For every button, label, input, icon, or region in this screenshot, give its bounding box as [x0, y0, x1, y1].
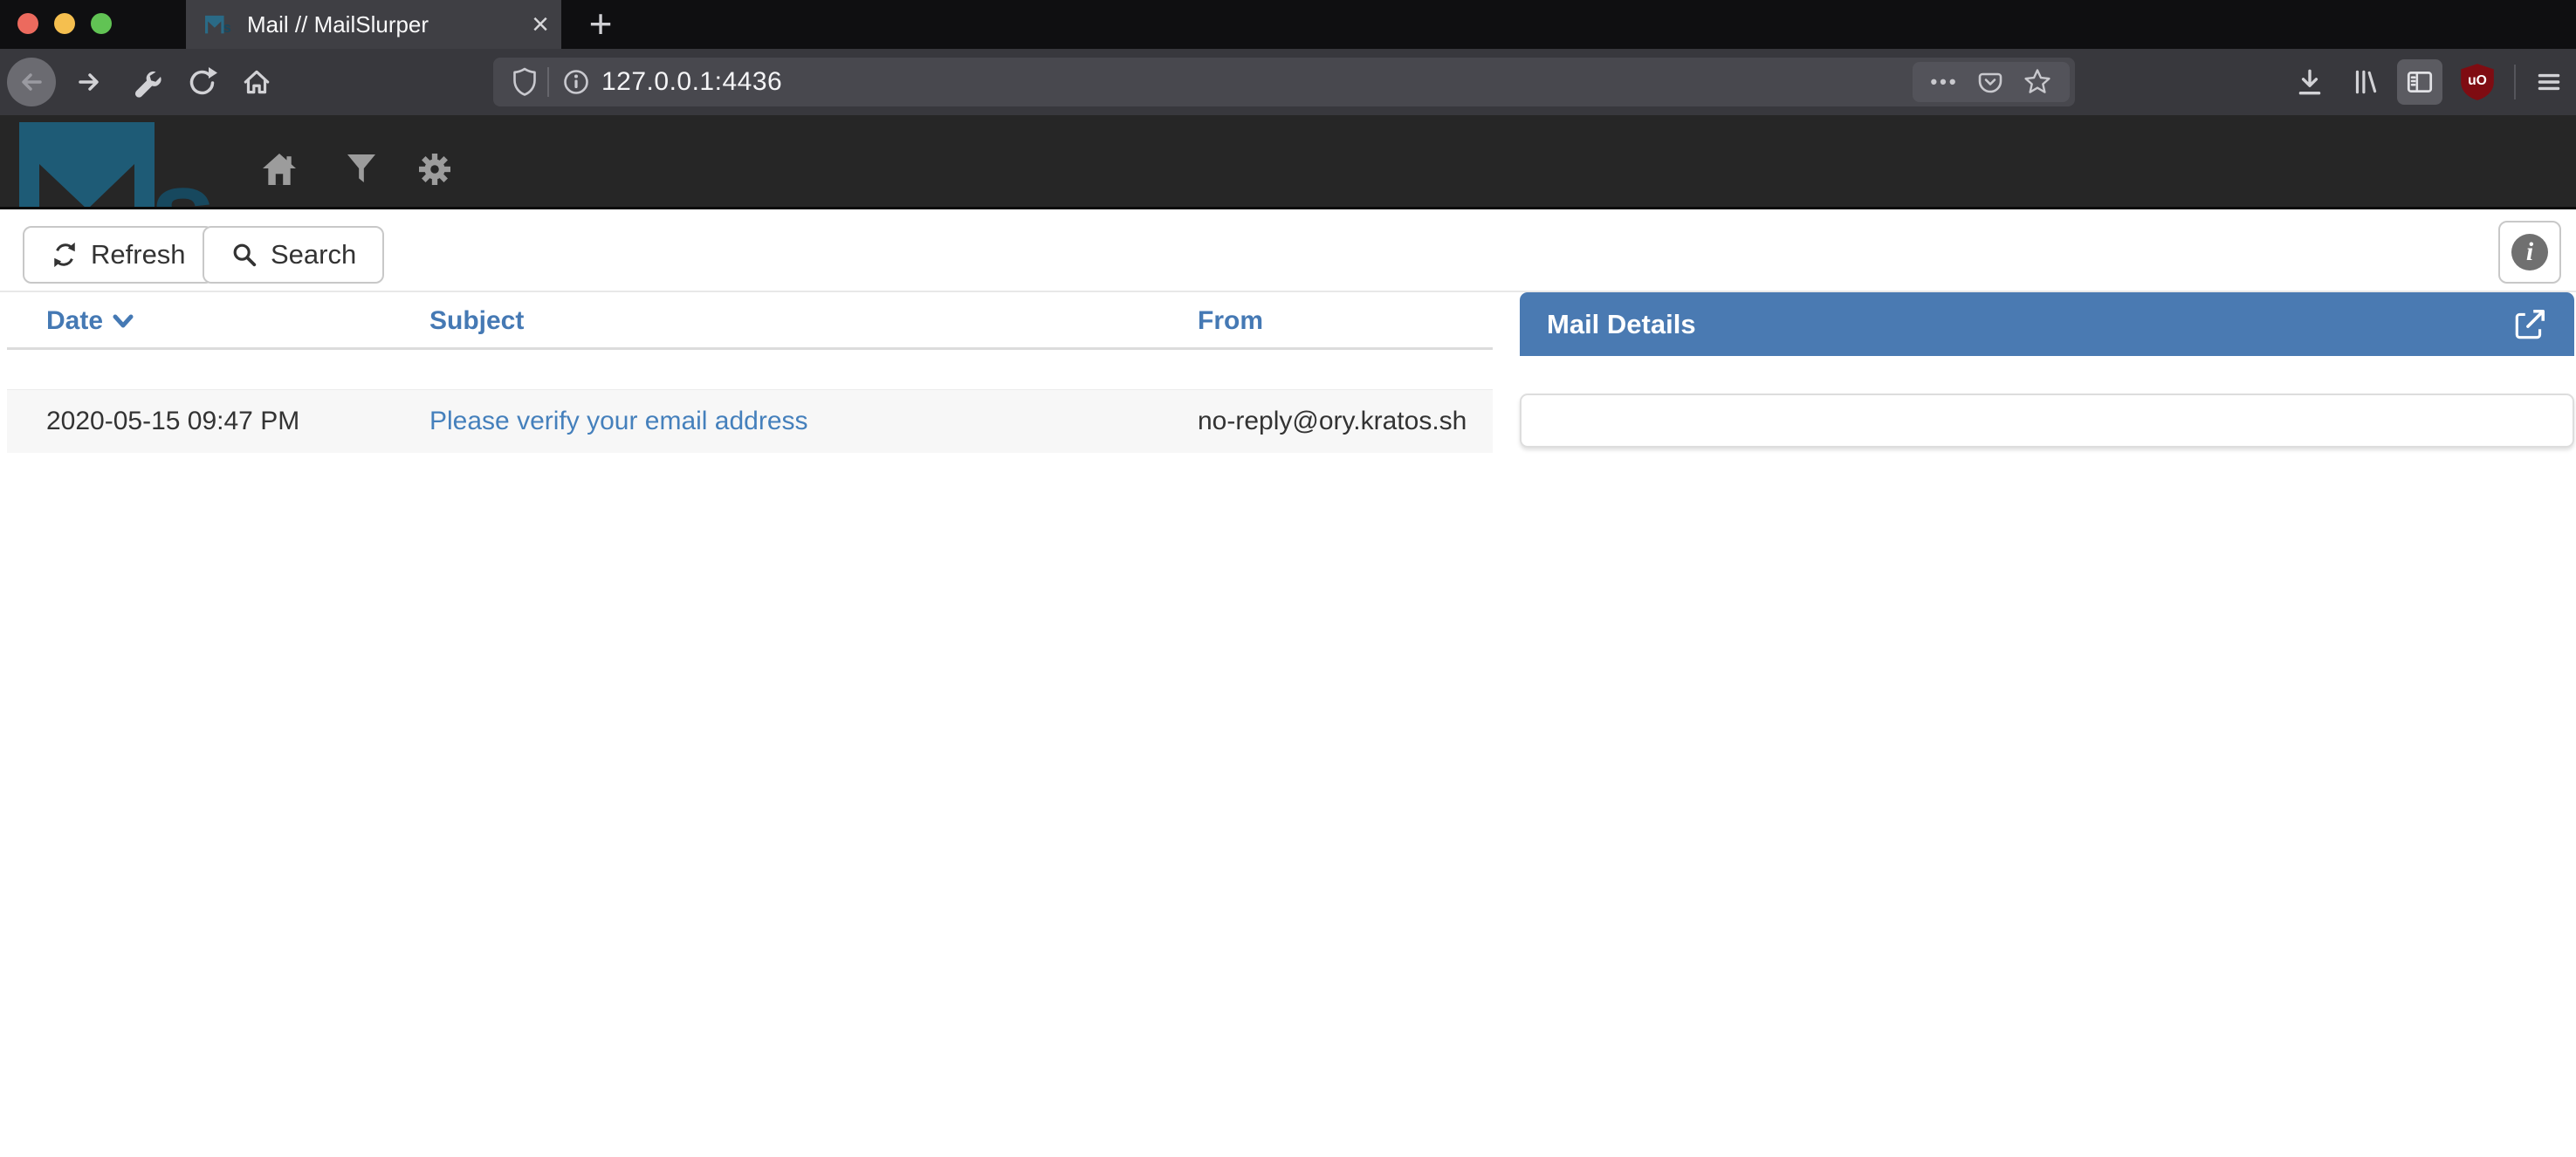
- close-window-button[interactable]: [17, 13, 38, 34]
- site-info-icon[interactable]: [561, 67, 591, 97]
- refresh-button[interactable]: Refresh: [23, 226, 214, 284]
- toolbar-divider: [2514, 65, 2516, 99]
- search-button[interactable]: Search: [203, 226, 384, 284]
- browser-toolbar: 127.0.0.1:4436 ••• uO: [0, 49, 2576, 115]
- refresh-label: Refresh: [91, 239, 186, 270]
- open-in-new-window-icon[interactable]: [2511, 306, 2548, 343]
- browser-tab[interactable]: s Mail // MailSlurper ×: [186, 0, 561, 49]
- tab-title: Mail // MailSlurper: [247, 11, 532, 38]
- empty-spacer-row: [7, 350, 1493, 389]
- tracking-protection-shield-icon[interactable]: [511, 66, 539, 98]
- downloads-button[interactable]: [2285, 58, 2334, 106]
- gear-icon: [419, 154, 450, 185]
- mailslurper-logo[interactable]: s: [19, 120, 220, 209]
- date-header-label: Date: [46, 292, 103, 350]
- nav-home-icon: [262, 153, 297, 186]
- filter-funnel-icon: [347, 154, 375, 185]
- ublock-shield-icon: uO: [2459, 62, 2496, 102]
- home-button[interactable]: [232, 58, 281, 106]
- back-button[interactable]: [7, 58, 56, 106]
- mail-list-header-row: Date Subject From: [7, 292, 1493, 350]
- mail-details-header: Mail Details: [1520, 292, 2574, 356]
- library-icon: [2350, 66, 2381, 98]
- hamburger-menu-icon: [2533, 66, 2565, 98]
- url-bar[interactable]: 127.0.0.1:4436 •••: [493, 58, 2075, 106]
- reload-icon: [184, 65, 217, 99]
- svg-text:s: s: [223, 19, 231, 36]
- sort-descending-chevron-icon: [112, 312, 134, 330]
- wrench-icon: [128, 65, 161, 99]
- main-content: Date Subject From 2020-05-15 09:47 PM Pl…: [0, 292, 2576, 1156]
- app-toolbar: Refresh Search i: [0, 209, 2576, 292]
- info-button[interactable]: i: [2498, 221, 2561, 284]
- svg-text:uO: uO: [2468, 73, 2487, 88]
- column-header-subject[interactable]: Subject: [429, 292, 524, 350]
- window-titlebar: s Mail // MailSlurper × +: [0, 0, 2576, 49]
- tools-button[interactable]: [120, 58, 169, 106]
- new-tab-button[interactable]: +: [580, 3, 622, 45]
- bookmark-star-icon[interactable]: [2023, 67, 2052, 97]
- url-text[interactable]: 127.0.0.1:4436: [601, 67, 782, 97]
- nav-filter-button[interactable]: [342, 152, 381, 187]
- ublock-origin-button[interactable]: uO: [2453, 58, 2502, 106]
- pocket-icon[interactable]: [1976, 68, 2004, 96]
- mailslurper-favicon: s: [205, 13, 233, 36]
- search-label: Search: [271, 239, 356, 270]
- library-button[interactable]: [2341, 58, 2390, 106]
- page-actions-area: •••: [1913, 62, 2070, 102]
- search-icon: [230, 241, 258, 269]
- mail-list-table: Date Subject From 2020-05-15 09:47 PM Pl…: [7, 292, 1493, 453]
- sidebar-icon: [2404, 66, 2435, 98]
- sidebar-toggle-button[interactable]: [2397, 59, 2442, 105]
- mail-details-panel: Mail Details: [1520, 292, 2574, 448]
- zoom-window-button[interactable]: [91, 13, 112, 34]
- column-header-from[interactable]: From: [1198, 292, 1263, 350]
- forward-arrow-icon: [74, 67, 104, 97]
- minimize-window-button[interactable]: [54, 13, 75, 34]
- mail-row-from: no-reply@ory.kratos.sh: [1198, 390, 1467, 453]
- mail-row-date: 2020-05-15 09:47 PM: [46, 390, 299, 453]
- urlbar-separator: [547, 67, 549, 97]
- download-icon: [2294, 66, 2325, 98]
- mail-details-body: [1520, 394, 2574, 448]
- info-icon: i: [2511, 234, 2548, 270]
- nav-home-button[interactable]: [260, 152, 299, 187]
- mail-row-subject-link[interactable]: Please verify your email address: [429, 390, 808, 453]
- forward-button[interactable]: [65, 58, 113, 106]
- menu-button[interactable]: [2524, 58, 2573, 106]
- column-header-date[interactable]: Date: [46, 292, 134, 350]
- close-tab-icon[interactable]: ×: [532, 10, 549, 39]
- refresh-icon: [51, 241, 79, 269]
- mail-details-title: Mail Details: [1547, 292, 1696, 356]
- reload-button[interactable]: [176, 58, 225, 106]
- nav-settings-button[interactable]: [416, 152, 454, 187]
- svg-text:s: s: [150, 145, 216, 209]
- home-icon: [241, 66, 272, 98]
- page-actions-menu-icon[interactable]: •••: [1930, 71, 1958, 93]
- back-arrow-icon: [17, 67, 46, 97]
- mail-row[interactable]: 2020-05-15 09:47 PM Please verify your e…: [7, 389, 1493, 453]
- mailslurper-navbar: s: [0, 115, 2576, 209]
